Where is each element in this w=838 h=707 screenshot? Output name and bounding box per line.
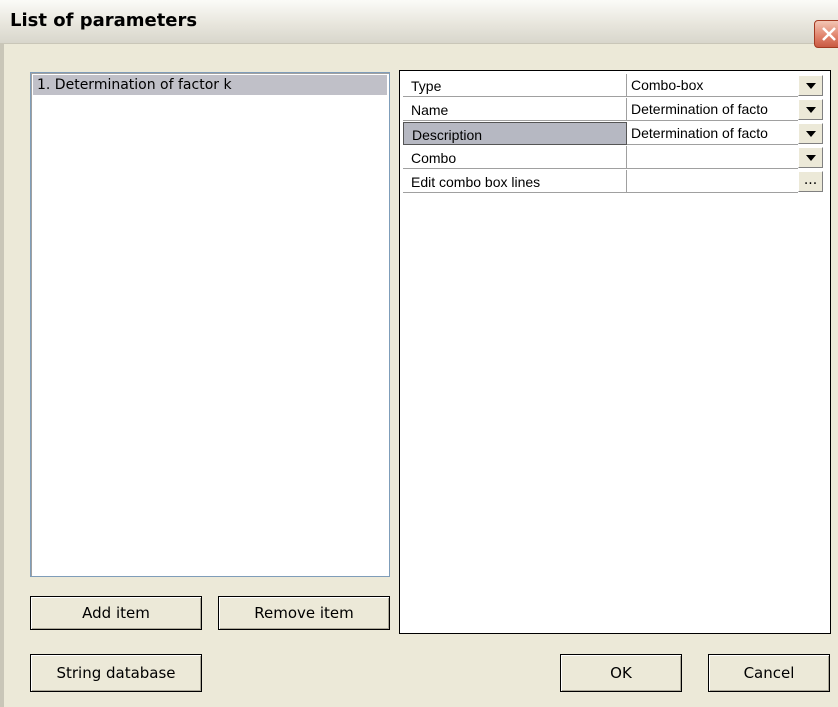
property-row-combo: Combo bbox=[401, 146, 829, 170]
property-value[interactable]: Determination of facto bbox=[627, 98, 798, 121]
string-database-button[interactable]: String database bbox=[30, 654, 202, 692]
window-title: List of parameters bbox=[10, 10, 198, 31]
title-bar: List of parameters bbox=[0, 0, 838, 48]
property-grid: Type Combo-box Name Determination of fac… bbox=[399, 70, 831, 634]
property-value[interactable]: Determination of facto bbox=[627, 122, 798, 145]
dropdown-arrow-icon bbox=[806, 107, 816, 113]
close-button[interactable] bbox=[814, 20, 838, 48]
parameter-list[interactable]: 1. Determination of factor k bbox=[30, 72, 390, 577]
cancel-button[interactable]: Cancel bbox=[708, 654, 830, 692]
dropdown-arrow-icon bbox=[806, 131, 816, 137]
ok-button[interactable]: OK bbox=[560, 654, 682, 692]
list-item[interactable]: 1. Determination of factor k bbox=[33, 75, 387, 95]
dropdown-button[interactable] bbox=[798, 147, 823, 168]
property-name[interactable]: Combo bbox=[403, 146, 627, 169]
dropdown-arrow-icon bbox=[806, 155, 816, 161]
close-icon bbox=[822, 27, 836, 41]
ellipsis-button[interactable]: ... bbox=[798, 171, 823, 192]
dropdown-button[interactable] bbox=[798, 75, 823, 96]
property-name[interactable]: Type bbox=[403, 74, 627, 97]
property-value[interactable] bbox=[627, 146, 798, 169]
dropdown-button[interactable] bbox=[798, 99, 823, 120]
dropdown-button[interactable] bbox=[798, 123, 823, 144]
property-row-name: Name Determination of facto bbox=[401, 98, 829, 122]
property-row-description: Description Determination of facto bbox=[401, 122, 829, 146]
ellipsis-label: ... bbox=[803, 172, 818, 188]
add-item-button[interactable]: Add item bbox=[30, 596, 202, 630]
property-value[interactable] bbox=[627, 170, 798, 193]
property-value[interactable]: Combo-box bbox=[627, 74, 798, 97]
window-frame-left bbox=[0, 44, 4, 707]
property-row-edit-combo-lines: Edit combo box lines ... bbox=[401, 170, 829, 194]
remove-item-button[interactable]: Remove item bbox=[218, 596, 390, 630]
property-name[interactable]: Edit combo box lines bbox=[403, 170, 627, 193]
property-name[interactable]: Name bbox=[403, 98, 627, 121]
dropdown-arrow-icon bbox=[806, 83, 816, 89]
property-name[interactable]: Description bbox=[403, 122, 627, 145]
property-row-type: Type Combo-box bbox=[401, 74, 829, 98]
